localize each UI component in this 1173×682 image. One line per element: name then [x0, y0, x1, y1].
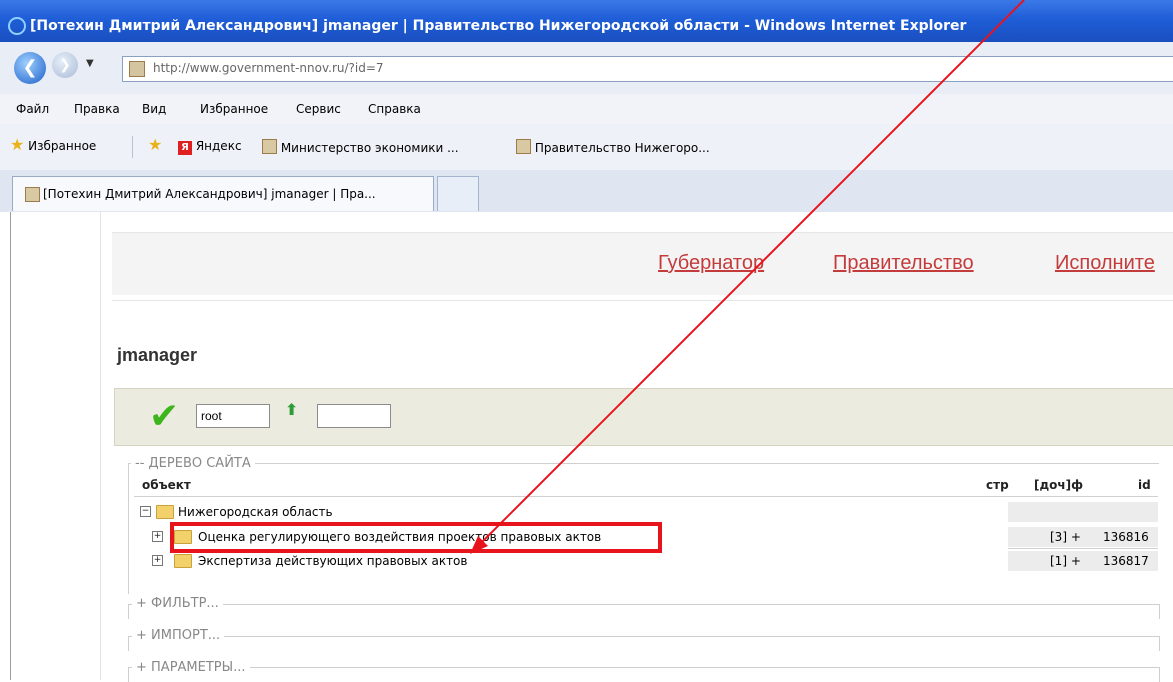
annotation-arrow	[470, 0, 1025, 554]
annotation-arrow-line	[475, 0, 1025, 549]
